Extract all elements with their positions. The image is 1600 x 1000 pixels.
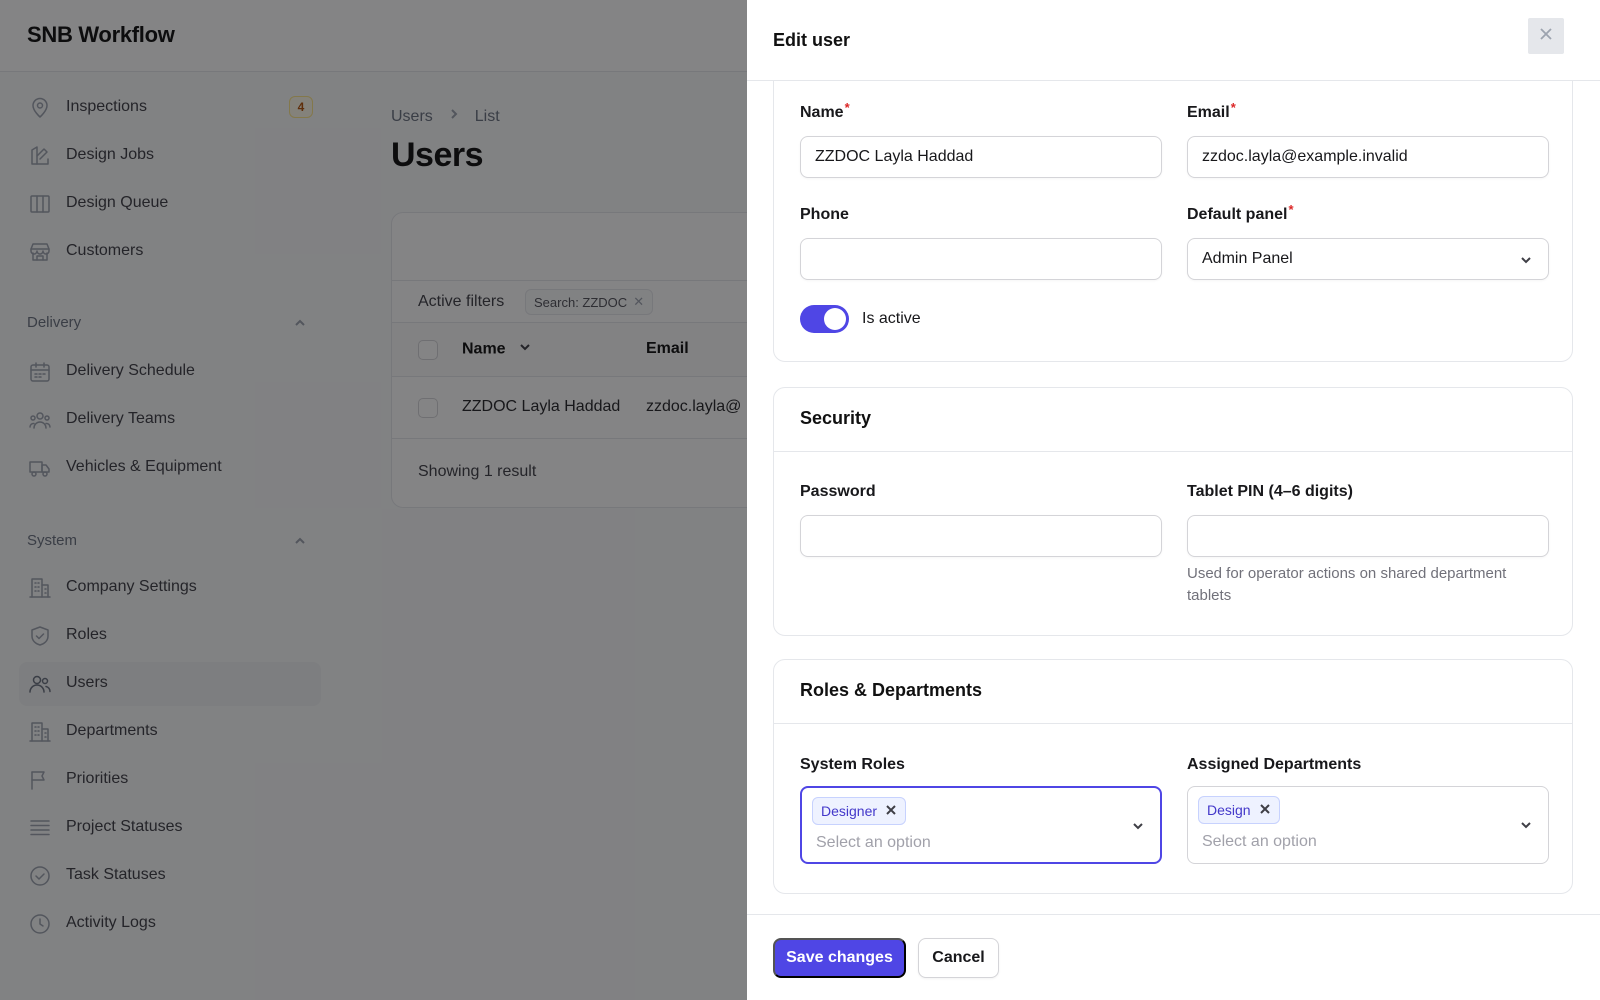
email-label: Email* (1187, 100, 1236, 122)
toggle-knob (824, 308, 846, 330)
section-header: Roles & Departments (774, 660, 1572, 724)
close-button[interactable] (1528, 18, 1564, 54)
remove-tag-icon[interactable] (885, 803, 897, 819)
select-placeholder[interactable]: Select an option (1202, 833, 1317, 851)
department-tag: Design (1198, 796, 1280, 824)
phone-label: Phone (800, 206, 849, 223)
password-label: Password (800, 483, 876, 500)
required-marker: * (1288, 202, 1294, 217)
default-panel-value: Admin Panel (1202, 250, 1293, 267)
chevron-down-icon (1518, 817, 1534, 833)
default-panel-label-text: Default panel (1187, 206, 1288, 223)
roles-departments-section: Roles & Departments System Roles Designe… (773, 659, 1573, 894)
chevron-down-icon (1518, 252, 1534, 268)
tablet-pin-field[interactable] (1187, 515, 1549, 557)
cancel-button[interactable]: Cancel (918, 938, 999, 978)
name-field[interactable]: ZZDOC Layla Haddad (800, 136, 1162, 178)
panel-header: Edit user (747, 0, 1600, 81)
role-tag: Designer (812, 797, 907, 825)
remove-tag-icon[interactable] (1259, 802, 1271, 818)
tablet-pin-label: Tablet PIN (4–6 digits) (1187, 483, 1353, 500)
required-marker: * (844, 100, 850, 115)
phone-field[interactable] (800, 238, 1162, 280)
name-label-text: Name (800, 104, 844, 121)
save-changes-button[interactable]: Save changes (773, 938, 906, 978)
is-active-label: Is active (862, 310, 921, 327)
panel-footer: Save changes Cancel (747, 914, 1600, 1000)
email-field[interactable]: zzdoc.layla@example.invalid (1187, 136, 1549, 178)
password-field[interactable] (800, 515, 1162, 557)
user-details-section: Name* ZZDOC Layla Haddad Email* zzdoc.la… (773, 81, 1573, 362)
system-roles-select[interactable]: Designer Select an option (800, 786, 1162, 864)
select-placeholder[interactable]: Select an option (816, 834, 931, 852)
section-header: Security (774, 388, 1572, 452)
tablet-pin-helper: Used for operator actions on shared depa… (1187, 565, 1507, 604)
department-tag-label: Design (1207, 802, 1251, 818)
assigned-departments-label: Assigned Departments (1187, 756, 1362, 773)
section-title: Security (800, 408, 872, 428)
is-active-toggle[interactable] (800, 305, 849, 333)
close-icon (1537, 25, 1555, 48)
system-roles-label: System Roles (800, 756, 905, 773)
section-title: Roles & Departments (800, 680, 983, 700)
name-label: Name* (800, 100, 850, 122)
role-tag-label: Designer (821, 803, 878, 819)
security-section: Security Password Tablet PIN (4–6 digits… (773, 387, 1573, 636)
chevron-down-icon (1130, 818, 1146, 834)
email-label-text: Email (1187, 104, 1230, 121)
required-marker: * (1230, 100, 1236, 115)
default-panel-label: Default panel* (1187, 202, 1294, 224)
edit-user-slideover: Edit user Name* ZZDOC Layla Haddad Email… (747, 0, 1600, 1000)
default-panel-select[interactable]: Admin Panel (1187, 238, 1549, 280)
assigned-departments-select[interactable]: Design Select an option (1187, 786, 1549, 864)
panel-title: Edit user (773, 30, 851, 50)
panel-body[interactable]: Name* ZZDOC Layla Haddad Email* zzdoc.la… (747, 81, 1600, 914)
